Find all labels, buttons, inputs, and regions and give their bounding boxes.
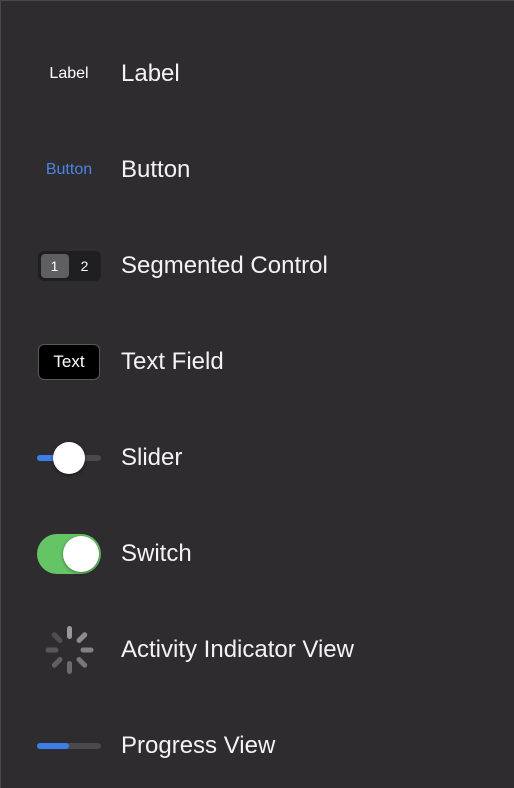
library-item-name: Progress View	[121, 732, 276, 759]
progress-fill	[37, 743, 69, 749]
library-item-name: Activity Indicator View	[121, 636, 354, 663]
library-item-name: Text Field	[121, 348, 224, 375]
switch-thumbnail	[37, 534, 101, 574]
library-item-activity-indicator-view[interactable]: Activity Indicator View	[1, 602, 514, 698]
segmented-control-sample: 1 2	[37, 251, 101, 281]
text-field-sample: Text	[38, 344, 100, 380]
activity-indicator-spoke	[45, 647, 58, 653]
library-item-switch[interactable]: Switch	[1, 506, 514, 602]
library-item-name: Switch	[121, 540, 192, 567]
activity-indicator-spoke	[66, 661, 72, 674]
activity-indicator-spoke	[75, 631, 88, 644]
library-item-button[interactable]: Button Button	[1, 122, 514, 218]
segment-2: 2	[80, 258, 89, 274]
switch-knob	[63, 536, 99, 572]
activity-indicator-icon	[45, 626, 93, 674]
library-item-label[interactable]: Label Label	[1, 26, 514, 122]
activity-indicator-spoke	[75, 656, 88, 669]
segment-1: 1	[40, 254, 69, 278]
button-sample-text: Button	[45, 161, 93, 178]
library-item-slider[interactable]: Slider	[1, 410, 514, 506]
progress-view-sample	[37, 743, 101, 749]
object-library-panel: Label Label Button Button 1 2 Segmented …	[0, 0, 514, 788]
slider-knob	[53, 442, 85, 474]
library-item-progress-view[interactable]: Progress View	[1, 698, 514, 788]
activity-indicator-spoke	[50, 656, 63, 669]
activity-indicator-spoke	[50, 631, 63, 644]
switch-sample	[37, 534, 101, 574]
activity-indicator-thumbnail	[37, 626, 101, 674]
library-item-name: Label	[121, 60, 180, 87]
slider-sample	[37, 438, 101, 478]
library-item-text-field[interactable]: Text Text Field	[1, 314, 514, 410]
library-item-segmented-control[interactable]: 1 2 Segmented Control	[1, 218, 514, 314]
activity-indicator-spoke	[80, 647, 93, 653]
label-thumbnail: Label	[37, 54, 101, 94]
library-item-name: Segmented Control	[121, 252, 328, 279]
label-sample-text: Label	[49, 65, 89, 82]
library-item-name: Button	[121, 156, 191, 183]
activity-indicator-spoke	[66, 626, 72, 639]
progress-view-thumbnail	[37, 726, 101, 766]
segmented-control-thumbnail: 1 2	[37, 246, 101, 286]
button-thumbnail: Button	[37, 150, 101, 190]
slider-thumbnail	[37, 438, 101, 478]
library-item-name: Slider	[121, 444, 183, 471]
text-field-thumbnail: Text	[37, 342, 101, 382]
